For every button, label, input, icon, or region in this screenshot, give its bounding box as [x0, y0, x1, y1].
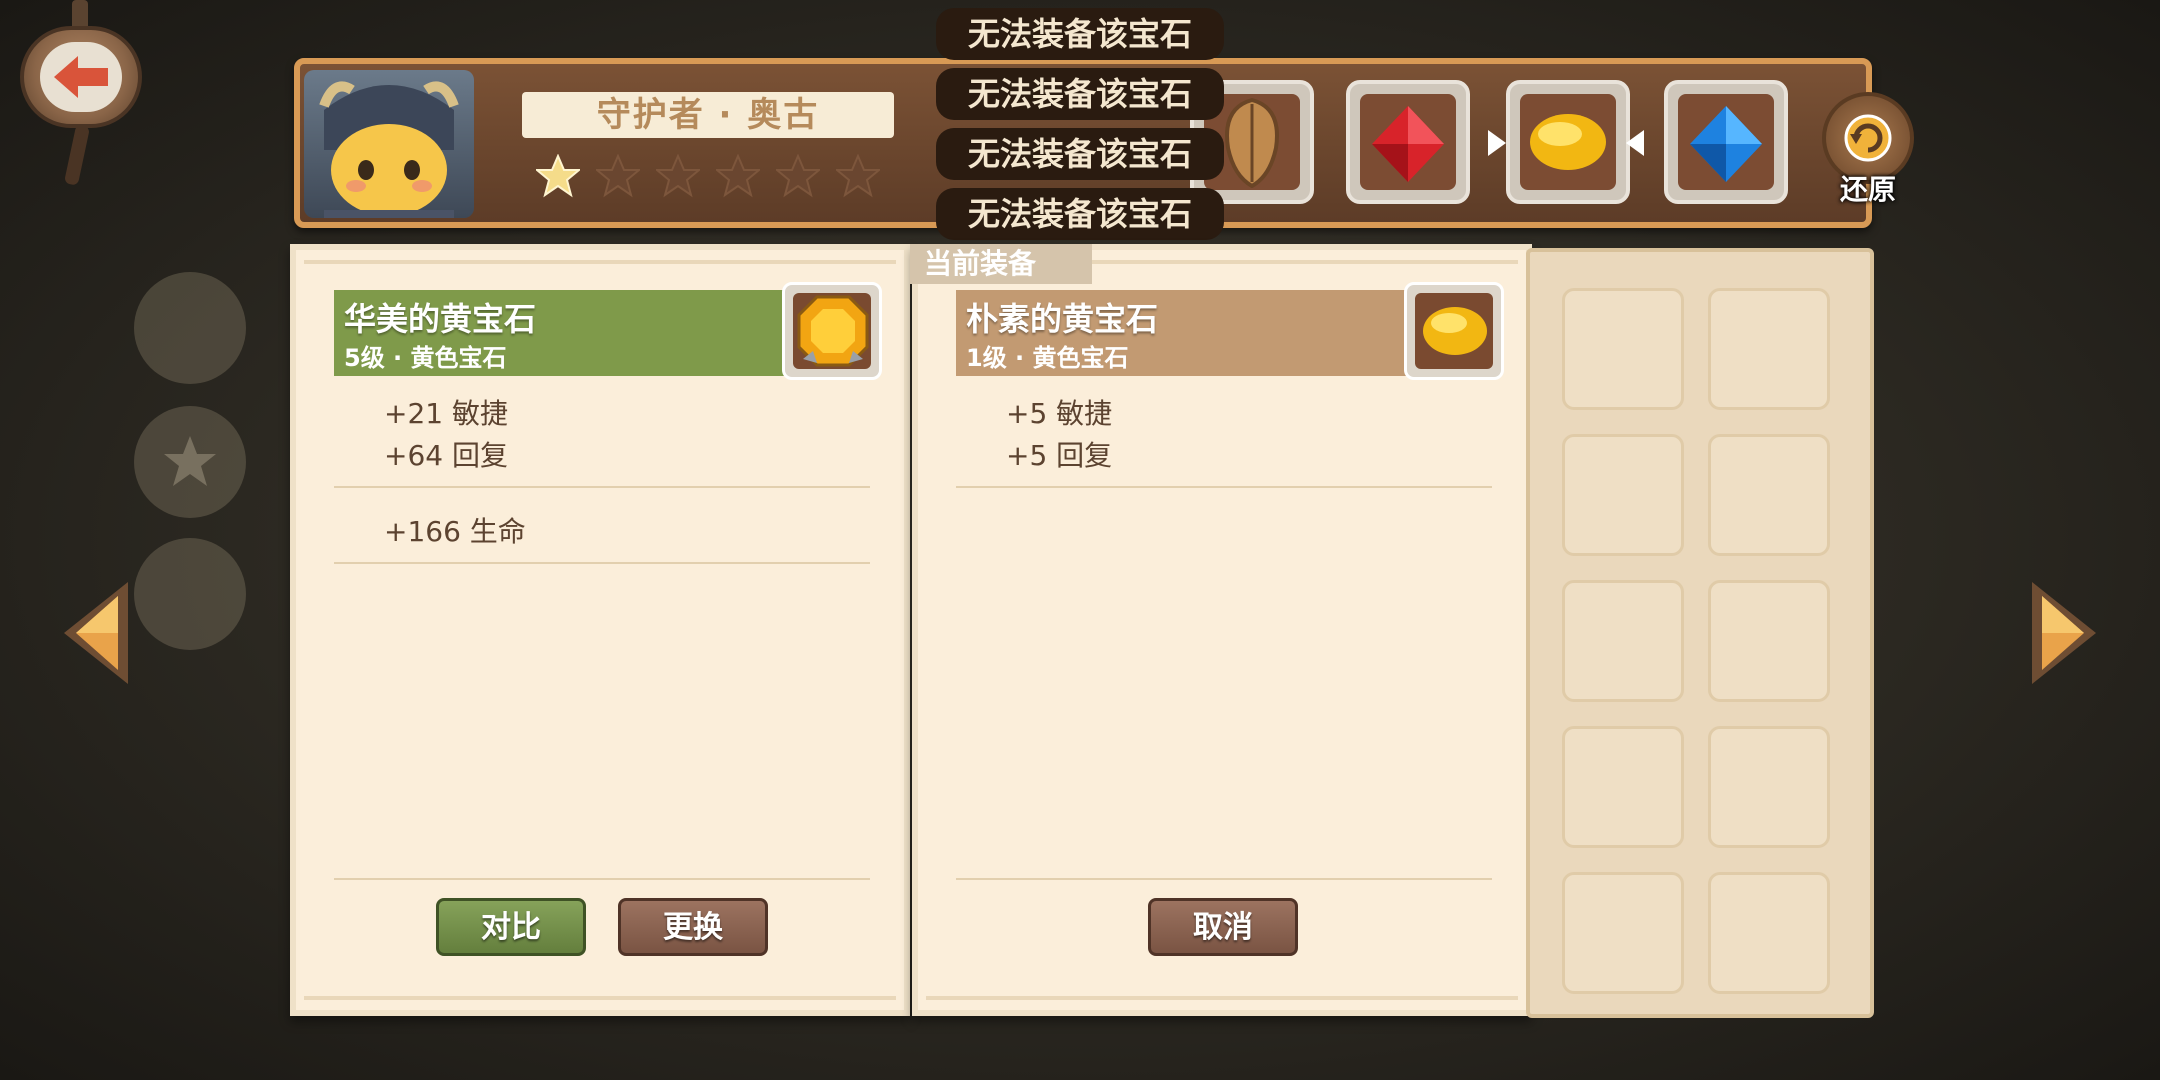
stat-line: +21 敏捷 — [384, 397, 508, 430]
stat-line: +5 敏捷 — [1006, 397, 1113, 430]
bag-slot[interactable] — [1562, 580, 1684, 702]
star-empty-icon — [776, 154, 820, 198]
blue-gem-icon — [1690, 106, 1762, 182]
restore-icon — [1844, 114, 1892, 162]
stat-line: +166 生命 — [384, 515, 526, 548]
current-equipment-tab: 当前装备 — [910, 244, 1092, 284]
toast-message: 无法装备该宝石 — [936, 68, 1224, 120]
bag-slot[interactable] — [1708, 434, 1830, 556]
current-gem-name: 朴素的黄宝石 — [966, 300, 1159, 338]
hero-name: 守护者 · 奥古 — [596, 95, 820, 135]
bag-slot[interactable] — [1562, 434, 1684, 556]
slot-arrow-left-icon — [1626, 130, 1644, 156]
restore-button[interactable]: 还原 — [1818, 92, 1918, 206]
divider — [334, 486, 870, 488]
divider — [334, 562, 870, 564]
bag-slot[interactable] — [1562, 726, 1684, 848]
back-button[interactable] — [10, 0, 150, 190]
bag-slot[interactable] — [1708, 872, 1830, 994]
star-empty-icon — [596, 154, 640, 198]
yellow-gem-icon — [1423, 307, 1487, 355]
bag-slot[interactable] — [1562, 872, 1684, 994]
divider — [956, 878, 1492, 880]
star-empty-icon — [656, 154, 700, 198]
compare-button[interactable]: 对比 — [436, 898, 586, 956]
yellow-gem-icon — [1530, 114, 1606, 170]
back-arrow-icon — [54, 56, 108, 98]
candidate-gem-name: 华美的黄宝石 — [344, 300, 537, 338]
toast-message: 无法装备该宝石 — [936, 188, 1224, 240]
faceted-yellow-gem-icon — [797, 295, 869, 367]
side-tab-item[interactable] — [134, 538, 246, 650]
bag-slot[interactable] — [1708, 580, 1830, 702]
toast-message: 无法装备该宝石 — [936, 8, 1224, 60]
candidate-gem-icon-frame — [782, 282, 882, 380]
prev-page-arrow-icon[interactable] — [58, 578, 132, 688]
star-empty-icon — [716, 154, 760, 198]
slot-arrow-right-icon — [1488, 130, 1506, 156]
star-filled-icon — [536, 154, 580, 198]
equip-slot-yellow-gem[interactable] — [1506, 80, 1630, 204]
current-gem-icon-frame — [1404, 282, 1504, 380]
restore-label: 还原 — [1839, 173, 1896, 206]
cancel-button[interactable]: 取消 — [1148, 898, 1298, 956]
candidate-gem-level: 5级 · 黄色宝石 — [344, 344, 507, 372]
stat-line: +5 回复 — [1006, 439, 1113, 472]
star-empty-icon — [836, 154, 880, 198]
equip-slot-blue-gem[interactable] — [1664, 80, 1788, 204]
toast-message: 无法装备该宝石 — [936, 128, 1224, 180]
bag-slot[interactable] — [1708, 726, 1830, 848]
bag-slot[interactable] — [1708, 288, 1830, 410]
divider — [334, 878, 870, 880]
side-tab-star[interactable] — [134, 406, 246, 518]
red-gem-icon — [1372, 106, 1444, 182]
next-page-arrow-icon[interactable] — [2028, 578, 2102, 688]
divider — [956, 486, 1492, 488]
shield-icon — [1225, 98, 1279, 188]
hero-portrait — [304, 70, 474, 218]
current-gem-level: 1级 · 黄色宝石 — [966, 344, 1129, 372]
bag-slot[interactable] — [1562, 288, 1684, 410]
hero-name-plate: 守护者 · 奥古 — [522, 92, 894, 138]
stat-line: +64 回复 — [384, 439, 508, 472]
replace-button[interactable]: 更换 — [618, 898, 768, 956]
star-icon — [164, 436, 216, 486]
side-tab-gem[interactable] — [134, 272, 246, 384]
equip-slot-red-gem[interactable] — [1346, 80, 1470, 204]
gem-bag-grid — [1526, 248, 1874, 1018]
